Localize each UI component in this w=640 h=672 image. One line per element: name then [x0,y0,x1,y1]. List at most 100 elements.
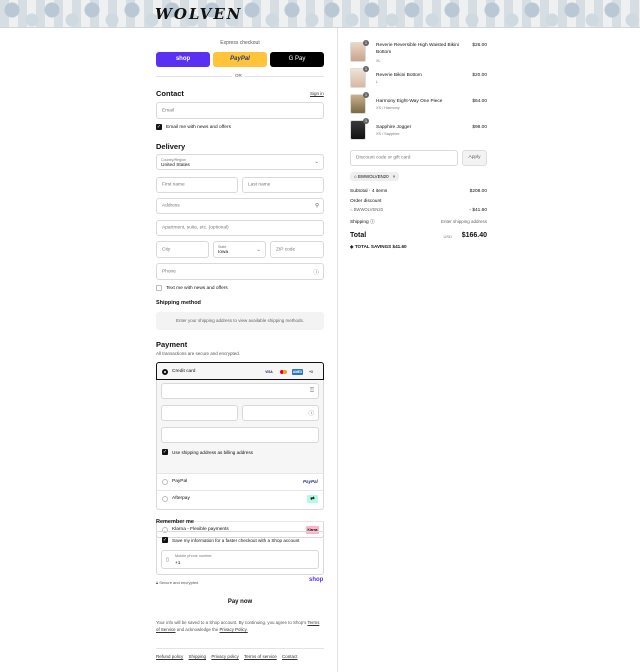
country-label: Country/Region [161,158,186,162]
more-cards-badge: +3 [309,370,313,374]
state-label: State [218,245,227,249]
legal-text: Your info will be saved to a Shop accoun… [156,619,324,633]
total-value: $166.40 [461,232,487,239]
mobile-phone-value: +1 [175,561,181,566]
help-icon[interactable]: ⓘ [370,220,375,225]
delivery-heading: Delivery [156,142,186,151]
last-name-placeholder: Last name [248,182,271,188]
terms-of-service-link[interactable]: Terms of service [244,654,277,659]
lock-icon: 🔒︎ [156,580,159,585]
shop-pay-button[interactable]: shop [156,52,210,67]
country-select[interactable]: Country/Region United States ⌄ [156,154,324,170]
sign-in-link[interactable]: Sign in [310,91,324,96]
contact-link[interactable]: Contact [282,654,298,659]
email-news-checkbox[interactable]: ✓ [156,124,162,130]
product-price: $64.00 [472,99,487,104]
google-pay-button[interactable]: G Pay [270,52,324,67]
paypal-express-button[interactable]: PayPal [213,52,267,67]
product-price: $98.00 [472,125,487,130]
card-number-field[interactable]: ⚿ [161,383,319,399]
tag-icon: ⌂ [350,207,353,212]
savings-value: $41.60 [392,244,407,249]
shipping-summary-text: Shipping [350,220,369,225]
address-placeholder: Address [162,203,180,209]
first-name-placeholder: First name [162,182,185,188]
expiry-field[interactable] [161,405,238,421]
state-select[interactable]: State Iowa ⌄ [213,241,266,258]
phone-field[interactable]: Phone ⓘ [156,263,324,280]
tag-icon: ◈ [350,244,354,249]
product-variant: XS / Sapphire [376,132,400,136]
close-icon[interactable]: × [393,174,396,179]
legal-text-2: and acknowledge the [176,627,219,632]
privacy-link[interactable]: Privacy Policy. [220,627,248,632]
city-field[interactable]: City [156,241,209,258]
discount-code-field[interactable]: Discount code or gift card [350,150,458,166]
brand-logo[interactable]: WOLVEN [155,5,242,23]
chevron-down-icon: ⌄ [256,246,261,253]
mobile-phone-field[interactable]: ▯ Mobile phone number +1 [161,550,319,569]
help-icon[interactable]: ⓘ [313,268,319,276]
product-variant: XL [376,59,381,63]
last-name-field[interactable]: Last name [242,177,324,193]
refund-policy-link[interactable]: Refund policy [156,654,183,659]
payment-heading: Payment [156,340,188,349]
amex-badge: AMEX [292,369,303,375]
zip-field[interactable]: ZIP code [270,241,324,258]
address-field[interactable]: Address ⚲ [156,198,324,214]
product-price: $20.00 [472,73,487,78]
save-info-label: Save my information for a faster checkou… [172,538,300,543]
paypal-label: PayPal [172,479,188,484]
name-on-card-field[interactable] [161,427,319,443]
first-name-field[interactable]: First name [156,177,238,193]
email-field[interactable]: Email [156,102,324,119]
order-summary: 1 Reverie Reversible High Waisted Bikini… [337,28,640,672]
subtotal-label: Subtotal · 4 items [350,189,388,194]
apply-button[interactable]: Apply [462,150,487,166]
pay-now-button[interactable]: Pay now [156,599,324,610]
contact-heading: Contact [156,89,184,98]
secure-label: Secure and encrypted [159,580,199,585]
save-info-checkbox[interactable]: ✓ [162,537,168,543]
credit-card-label: Credit card [172,369,196,374]
total-label: Total [350,232,367,239]
paypal-option[interactable]: PayPal PayPal [157,473,323,490]
text-news-checkbox[interactable] [156,285,162,291]
shipping-link[interactable]: Shipping [189,654,207,659]
secure-note: 🔒︎ Secure and encrypted [156,580,198,585]
paypal-radio[interactable] [162,479,168,485]
quantity-badge: 1 [363,66,369,72]
product-variant: XS / Harmony [376,106,400,110]
help-icon[interactable]: ⓘ [308,409,314,417]
cvv-field[interactable]: ⓘ [242,405,319,421]
billing-checkbox[interactable]: ✓ [162,449,168,455]
discount-placeholder: Discount code or gift card [356,155,411,161]
savings-label: TOTAL SAVINGS [354,244,392,249]
privacy-policy-link[interactable]: Privacy policy [211,654,239,659]
city-placeholder: City [162,247,171,252]
credit-card-radio[interactable] [162,369,168,375]
shipping-method-note: Enter your shipping address to view avai… [175,318,305,323]
footer-divider [156,648,324,649]
zip-placeholder: ZIP code [276,247,296,252]
apartment-field[interactable]: Apartment, suite, etc. (optional) [156,220,324,236]
remember-me-box: ✓ Save my information for a faster check… [156,531,324,575]
product-name: Reverie Bikini Bottom [376,73,422,78]
total-savings: ◈ TOTAL SAVINGS $41.60 [350,244,407,250]
lock-icon: ⚿ [309,387,314,394]
billing-label: Use shipping address as billing address [172,450,253,455]
quantity-badge: 1 [363,118,369,124]
order-discount-label: Order discount [350,199,382,204]
mastercard-badge [278,369,288,375]
product-name: Harmony Eight-Way One Piece [376,99,443,104]
phone-placeholder: Phone [162,269,176,274]
card-fields-panel: ⚿ ⓘ ✓ Use shipping address as billing ad… [157,380,323,474]
payment-options: Credit card VISA AMEX +3 ⚿ ⓘ ✓ Use shipp… [156,362,324,510]
cart-list: 1 Reverie Reversible High Waisted Bikini… [350,40,487,142]
credit-card-option[interactable]: Credit card VISA AMEX +3 [156,362,324,380]
discount-tag-code: BWWOLVEN20 [357,174,389,179]
afterpay-radio[interactable] [162,496,168,502]
afterpay-option[interactable]: Afterpay ⇄ [157,490,323,507]
payment-subtitle: All transactions are secure and encrypte… [156,351,241,356]
visa-badge: VISA [265,370,273,374]
